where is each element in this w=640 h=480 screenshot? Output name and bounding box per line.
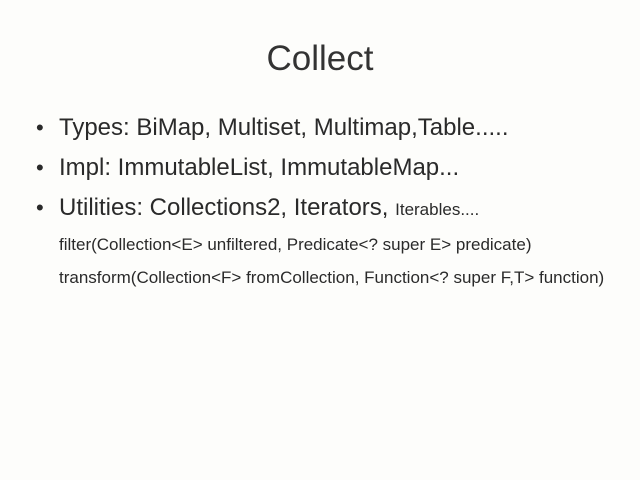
bullet-text-small: Iterables.... <box>395 200 480 219</box>
slide-title: Collect <box>266 39 374 78</box>
method-signature-transform: transform(Collection<F> fromCollection, … <box>59 268 605 287</box>
bullet-text: Utilities: Collections2, Iterators, <box>59 194 396 221</box>
method-signature-filter: filter(Collection<E> unfiltered, Predica… <box>59 235 532 254</box>
bullet-dot-icon: • <box>36 195 44 220</box>
bullet-dot-icon: • <box>36 115 44 140</box>
bullet-item-utilities: • Utilities: Collections2, Iterators, It… <box>36 192 626 226</box>
bullet-text: Types: BiMap, Multiset, Multimap,Table..… <box>59 114 509 141</box>
bullet-item-types: • Types: BiMap, Multiset, Multimap,Table… <box>36 112 626 144</box>
bullet-dot-icon: • <box>36 155 44 180</box>
bullet-list: • Types: BiMap, Multiset, Multimap,Table… <box>36 112 626 234</box>
bullet-text: Impl: ImmutableList, ImmutableMap... <box>59 154 460 181</box>
bullet-item-impl: • Impl: ImmutableList, ImmutableMap... <box>36 152 626 184</box>
